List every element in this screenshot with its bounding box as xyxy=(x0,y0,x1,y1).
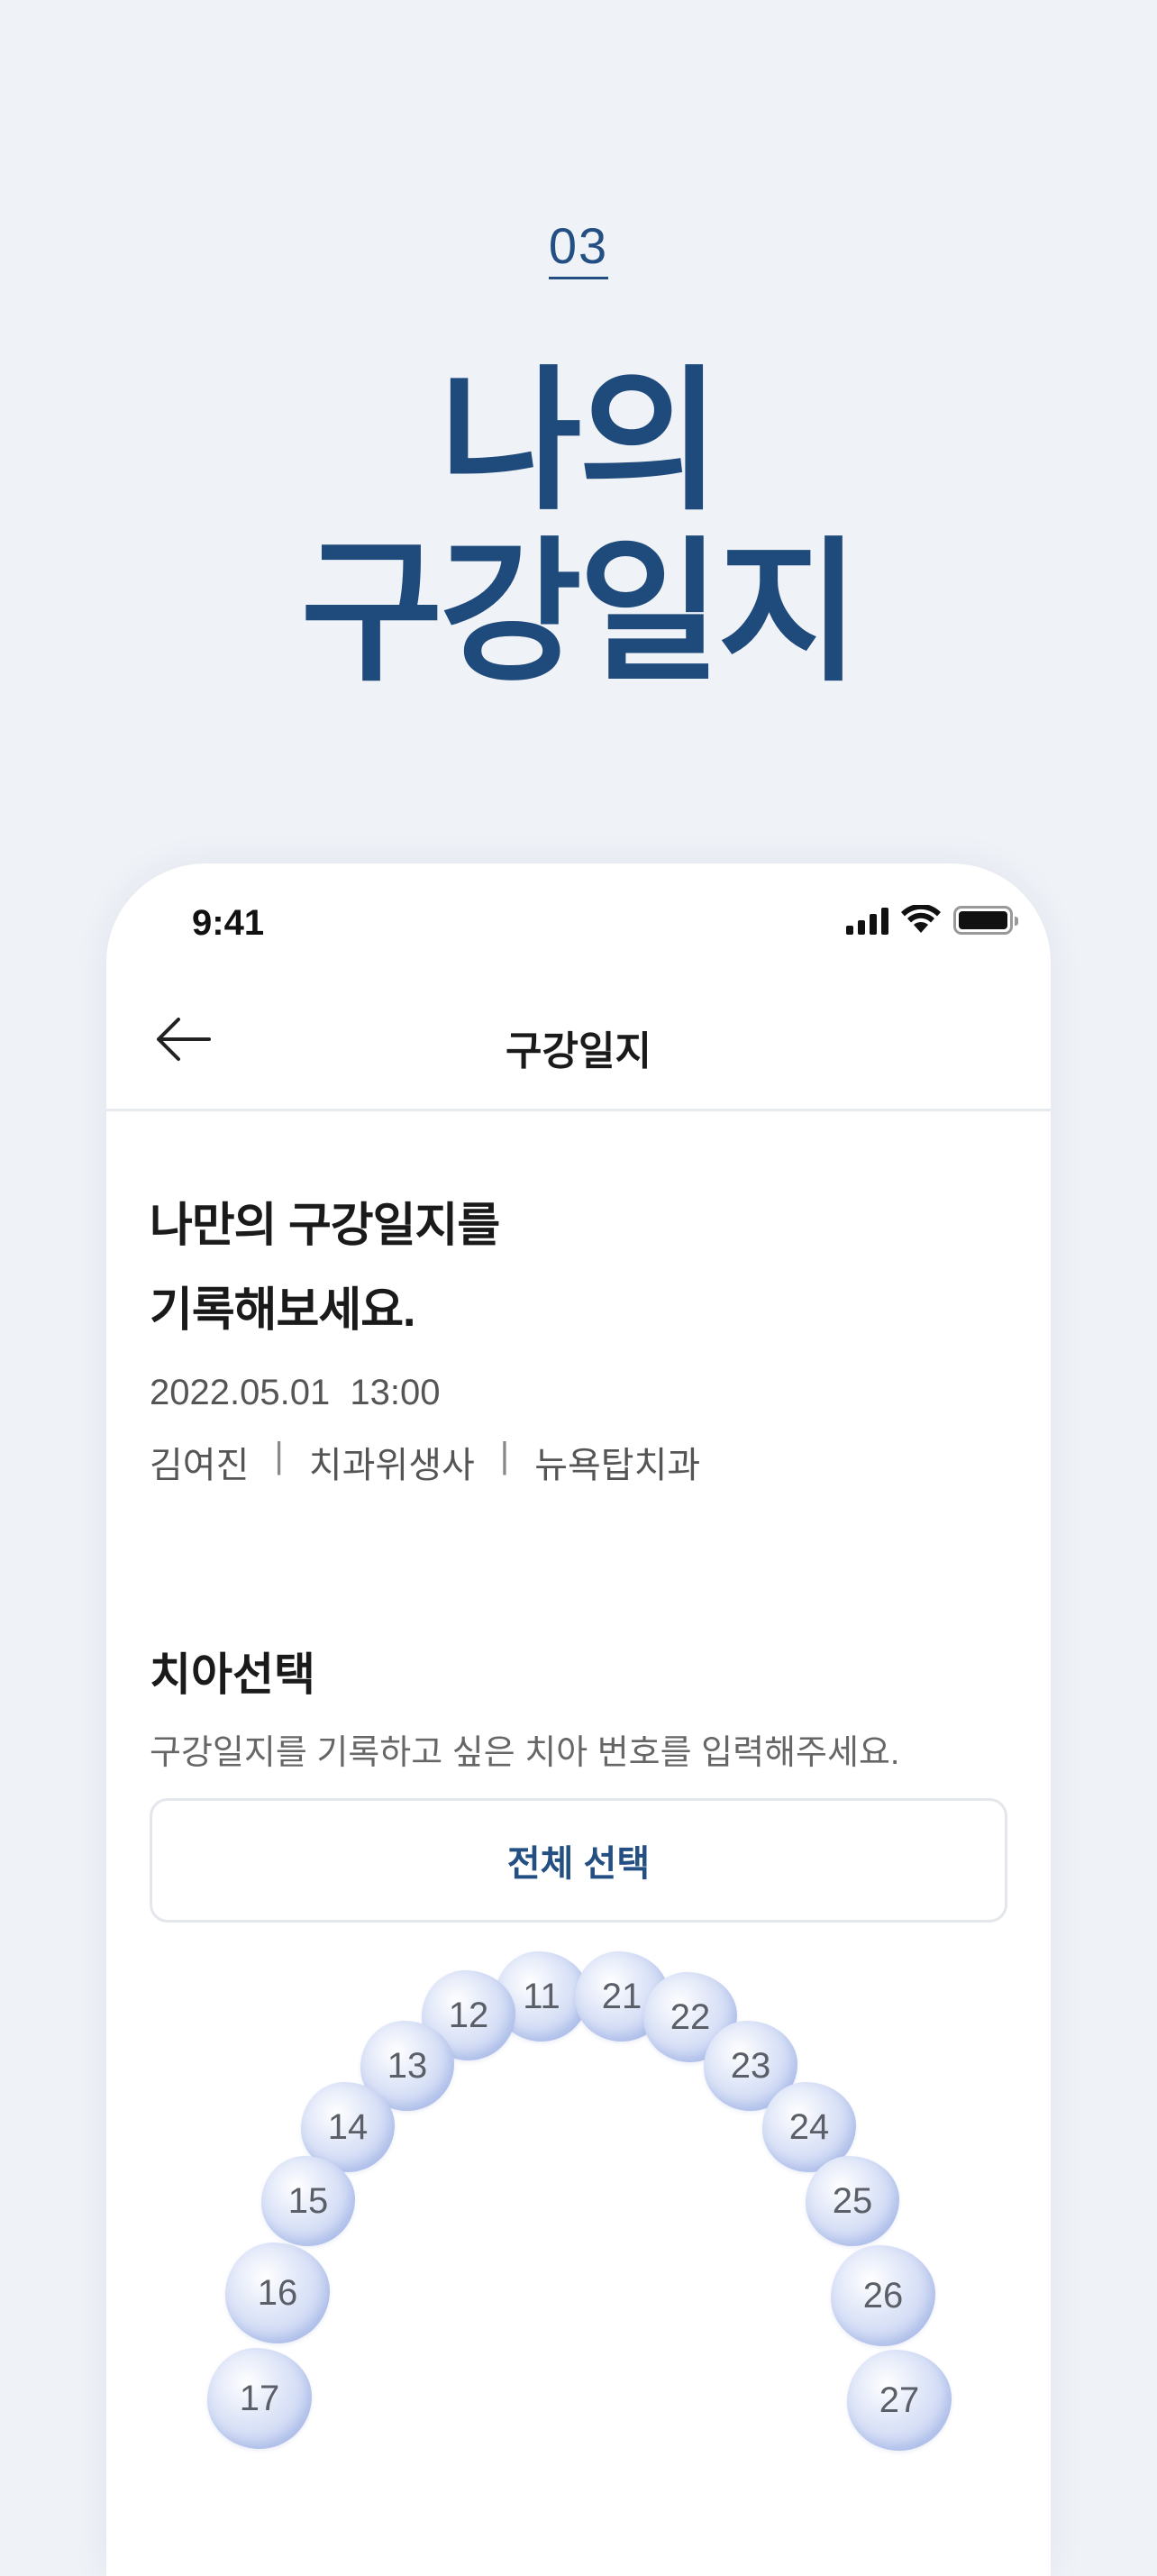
battery-icon xyxy=(953,906,1018,935)
record-meta: 김여진 | 치과위생사 | 뉴욕탑치과 xyxy=(150,1436,700,1488)
select-all-button[interactable]: 전체 선택 xyxy=(150,1798,1007,1923)
author-name: 김여진 xyxy=(150,1446,250,1485)
tooth-26[interactable]: 26 xyxy=(831,2245,935,2346)
tooth-section-title: 치아선택 xyxy=(150,1649,315,1700)
clinic-name: 뉴욕탑치과 xyxy=(534,1446,701,1485)
hero-title-line2: 구강일지 xyxy=(300,526,861,699)
status-bar: 9:41 xyxy=(106,863,1051,981)
nav-title: 구강일지 xyxy=(506,1029,651,1073)
intro-heading: 나만의 구강일지를 기록해보세요. xyxy=(150,1183,500,1353)
tooth-16[interactable]: 16 xyxy=(225,2243,330,2343)
signal-icon xyxy=(846,906,888,935)
meta-separator: | xyxy=(499,1436,510,1475)
tooth-15[interactable]: 15 xyxy=(261,2156,355,2246)
author-role: 치과위생사 xyxy=(308,1446,475,1485)
phone-mockup: 9:41 구강일지 나만의 구강일지를 기록해보세요. 2022.05.01 1… xyxy=(106,863,1051,2576)
status-time: 9:41 xyxy=(192,903,265,943)
tooth-chart: 11 12 13 14 15 16 17 21 22 23 24 25 26 2… xyxy=(106,1936,1051,2576)
step-number-text: 03 xyxy=(548,221,609,279)
intro-heading-line1: 나만의 구강일지를 xyxy=(150,1200,500,1252)
step-number: 03 xyxy=(0,216,1157,279)
intro-heading-line2: 기록해보세요. xyxy=(150,1284,416,1337)
hero-title-line1: 나의 xyxy=(439,355,721,528)
tooth-27[interactable]: 27 xyxy=(847,2350,952,2451)
wifi-icon xyxy=(901,905,941,933)
nav-bar: 구강일지 xyxy=(106,972,1051,1111)
tooth-section-description: 구강일지를 기록하고 싶은 치아 번호를 입력해주세요. xyxy=(150,1734,900,1772)
record-datetime: 2022.05.01 13:00 xyxy=(150,1373,441,1412)
hero-title: 나의 구강일지 xyxy=(0,356,1157,699)
status-icons xyxy=(846,905,1018,936)
meta-separator: | xyxy=(274,1436,284,1475)
tooth-17[interactable]: 17 xyxy=(207,2348,312,2449)
tooth-25[interactable]: 25 xyxy=(806,2156,899,2246)
